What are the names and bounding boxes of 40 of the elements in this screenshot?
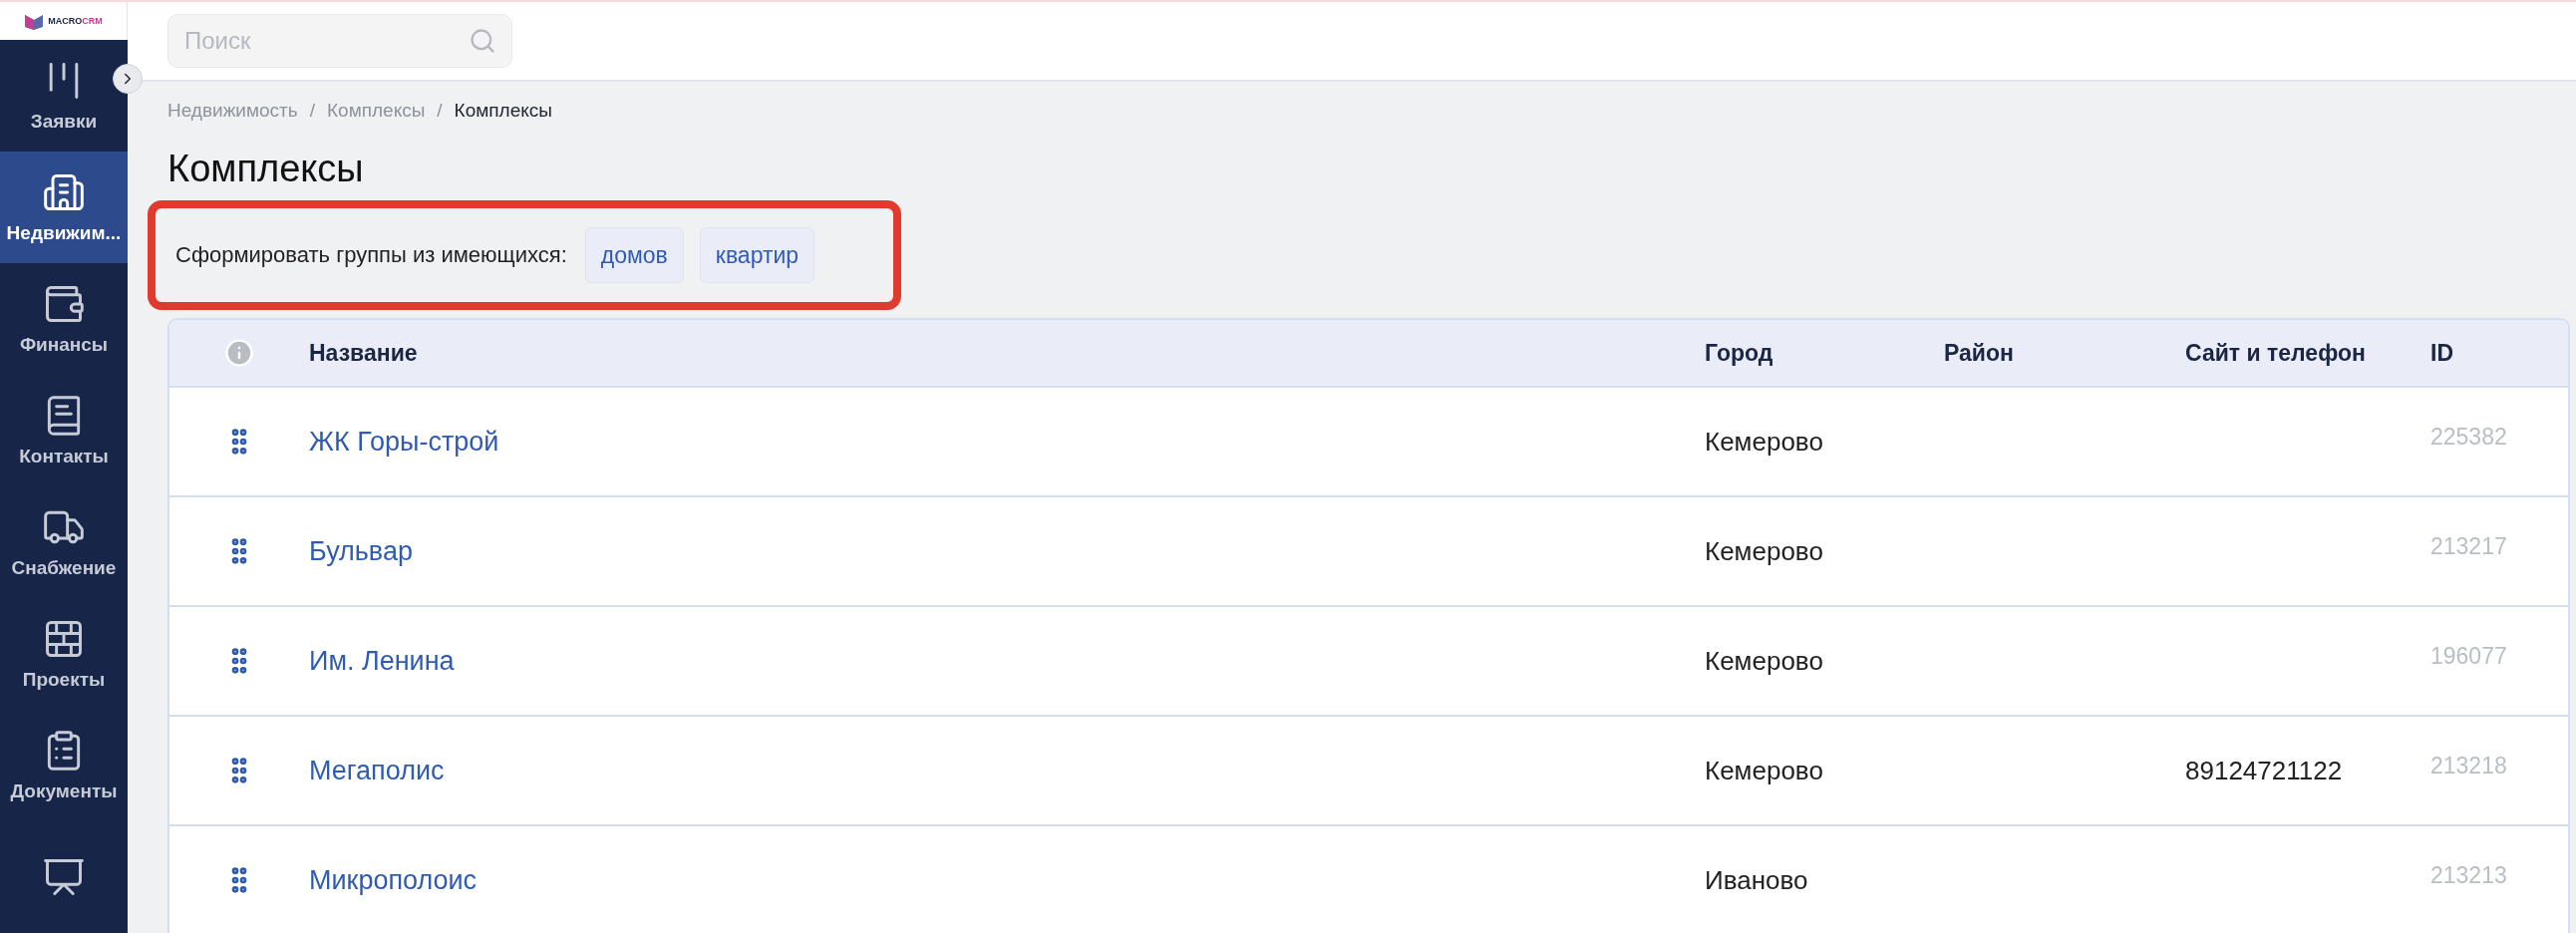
complex-link[interactable]: Микрополоис [309,864,478,896]
complex-link[interactable]: ЖК Горы-строй [309,426,499,458]
column-header: Город [1705,339,1774,367]
logo-text: CRM [82,16,103,26]
table-cell: 196077 [2430,643,2507,670]
sidebar-item[interactable]: Заявки [0,40,128,152]
column-header: Название [309,339,419,367]
column-header: Район [1944,339,2015,367]
sidebar-item[interactable]: Снабжение [0,486,128,598]
table-cell: 213217 [2430,533,2507,560]
sidebar-item[interactable]: Проекты [0,598,128,710]
sidebar-item[interactable]: Недвижим... [0,152,128,263]
table-cell: 225382 [2430,424,2507,451]
complex-link[interactable]: Мегаполис [309,755,445,786]
sidebar-item[interactable]: Контакты [0,375,128,486]
column-header: ID [2430,339,2454,367]
search-icon [469,27,496,55]
search-field[interactable]: Поиск [167,14,512,68]
group-button[interactable]: домов [584,227,684,283]
breadcrumb-separator: / [437,100,443,122]
complex-link[interactable]: Бульвар [309,535,413,567]
logo-icon [24,12,45,30]
groups-label: Сформировать группы из имеющихся: [175,242,567,268]
table-cell: Кемерово [1705,426,1823,458]
table-cell: Кемерово [1705,755,1823,786]
breadcrumb-separator: / [309,100,315,122]
table-cell: Кемерово [1705,645,1823,677]
table-cell: 213213 [2430,862,2507,889]
sidebar-item[interactable]: Документы [0,710,128,821]
complex-link[interactable]: Им. Ленина [309,645,455,677]
sidebar-item[interactable]: Финансы [0,263,128,375]
table-cell: Кемерово [1705,535,1823,567]
breadcrumb: Комплексы [454,100,552,122]
table-cell: 89124721122 [2185,755,2343,786]
table-cell: Иваново [1705,864,1808,896]
group-button[interactable]: квартир [699,227,815,283]
logo-text: MACRO [48,16,83,26]
page-title: Комплексы [167,148,365,190]
table-cell: 213218 [2430,753,2507,779]
column-header: Сайт и телефон [2185,339,2367,367]
